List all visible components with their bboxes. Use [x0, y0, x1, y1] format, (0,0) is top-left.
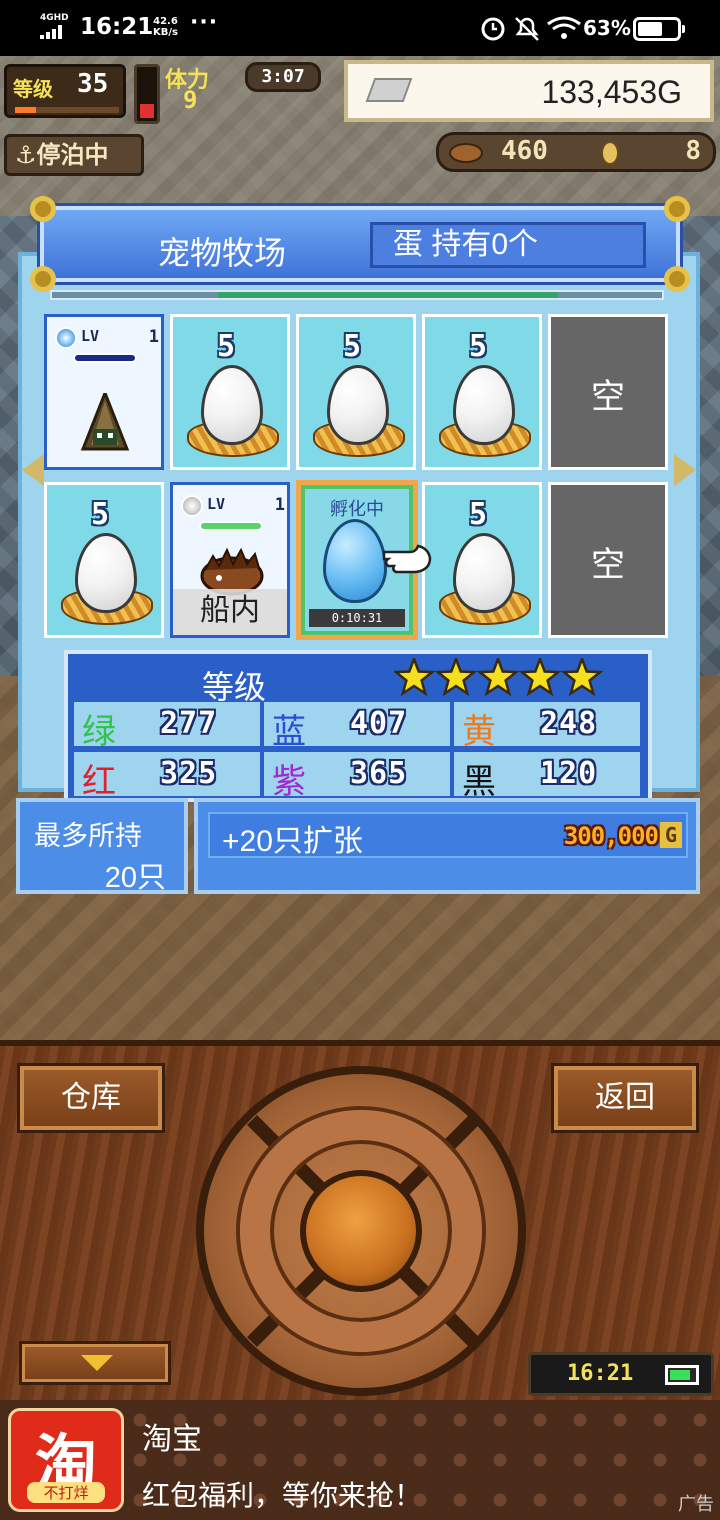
network-speed: 42.6 KB/s — [153, 16, 178, 38]
stamina-gauge — [134, 64, 160, 124]
stats-row: 绿 277 蓝 407 黄 248 — [74, 702, 644, 751]
corner-ornament-icon — [664, 266, 690, 292]
shell-pet-icon — [80, 393, 130, 451]
corner-ornament-icon — [30, 266, 56, 292]
silver-bar-icon — [365, 78, 413, 102]
dpad[interactable] — [196, 1066, 526, 1396]
egg-slot[interactable]: 5 — [44, 482, 164, 638]
chevron-down-icon — [81, 1355, 113, 1371]
egg-icon — [75, 533, 137, 613]
egg-slot[interactable]: 5 — [170, 314, 290, 470]
egg-slot[interactable]: 5 — [296, 314, 416, 470]
signal-icon — [40, 25, 62, 39]
pet-exp-bar — [73, 353, 137, 363]
empty-slot[interactable]: 空 — [548, 314, 668, 470]
mute-icon — [515, 17, 539, 41]
stat-purple: 紫 365 — [264, 752, 450, 801]
warehouse-button[interactable]: 仓库 — [20, 1066, 162, 1130]
star-icon — [434, 658, 478, 697]
pet-slot[interactable]: LV 1 — [44, 314, 164, 470]
status-icons — [481, 16, 581, 41]
stat-yellow: 黄 248 — [454, 702, 640, 751]
wifi-icon — [547, 16, 581, 39]
food-icon — [449, 143, 483, 163]
player-level: 等级 35 — [4, 64, 126, 118]
alarm-icon — [481, 17, 505, 41]
egg-icon — [201, 365, 263, 445]
more-dots-icon: ··· — [190, 10, 219, 35]
ranch-header: 宠物牧场 蛋 持有0个 — [30, 196, 690, 292]
rating-stars — [394, 658, 604, 697]
stat-green: 绿 277 — [74, 702, 260, 751]
game-clock: 16:21 — [528, 1352, 714, 1396]
medal-value: 8 — [685, 136, 701, 166]
corner-ornament-icon — [30, 196, 56, 222]
stamina-value: 9 — [183, 86, 198, 114]
ad-banner[interactable]: 淘 不打烊 淘宝 红包福利，等你来抢！ 广告 — [0, 1400, 720, 1520]
egg-slot[interactable]: 5 — [422, 314, 542, 470]
star-icon — [560, 658, 604, 697]
star-icon — [394, 658, 436, 697]
egg-count: 蛋 持有0个 — [370, 222, 646, 268]
stamina-timer: 3:07 — [245, 62, 321, 92]
stat-red: 红 325 — [74, 752, 260, 801]
stat-blue: 蓝 407 — [264, 702, 450, 751]
max-capacity: 最多所持 20只 — [16, 798, 188, 894]
status-time: 16:21 — [80, 14, 154, 40]
battery-icon — [665, 1365, 699, 1385]
hatching-label: 孵化中 — [330, 499, 384, 519]
egg-slot[interactable]: 5 — [422, 482, 542, 638]
pointer-hand-icon — [382, 544, 432, 574]
status-bar: 4GHD 16:21 42.6 KB/s ··· 63% — [0, 0, 720, 56]
ad-label: 广告 — [678, 1494, 714, 1514]
moored-status[interactable]: ⚓停泊中 — [4, 134, 144, 176]
empty-slot[interactable]: 空 — [548, 482, 668, 638]
egg-icon — [453, 533, 515, 613]
pet-slot[interactable]: LV 1 船内 — [170, 482, 290, 638]
level-progress-bar — [15, 107, 119, 113]
page-title: 宠物牧场 — [158, 235, 287, 271]
top-hud: 等级 35 体力 9 3:07 133,453G ⚓停泊中 460 8 — [0, 56, 720, 184]
back-button[interactable]: 返回 — [554, 1066, 696, 1130]
pet-level: LV 1 — [55, 327, 159, 351]
menu-toggle-button[interactable] — [22, 1344, 168, 1382]
normal-element-icon — [181, 495, 203, 517]
corner-ornament-icon — [664, 196, 690, 222]
pet-level: LV 1 — [181, 495, 285, 519]
medal-icon — [601, 141, 619, 165]
expand-panel: +20只扩张 300,000 G — [194, 798, 700, 894]
network-type: 4GHD — [40, 13, 69, 23]
taobao-logo: 淘 不打烊 — [8, 1408, 124, 1512]
ad-title: 淘宝 — [142, 1423, 202, 1456]
prev-page-arrow-icon[interactable] — [22, 454, 44, 486]
ad-description: 红包福利，等你来抢！ — [142, 1480, 423, 1511]
gold-value: 133,453G — [541, 74, 682, 110]
cargo-display: 460 8 — [436, 132, 716, 172]
star-icon — [518, 658, 562, 697]
controller-panel: 仓库 返回 16:21 — [0, 1040, 720, 1400]
battery-icon — [633, 17, 685, 41]
next-page-arrow-icon[interactable] — [674, 454, 696, 486]
stat-black: 黑 120 — [454, 752, 640, 801]
star-icon — [476, 658, 520, 697]
food-value: 460 — [501, 136, 548, 166]
stats-panel: 等级 绿 277 蓝 407 黄 248 红 325 紫 365 黑 120 — [64, 650, 652, 802]
expand-capacity-button[interactable]: +20只扩张 300,000 G — [208, 812, 688, 858]
stats-row: 红 325 紫 365 黑 120 — [74, 752, 644, 801]
battery-percent: 63% — [583, 16, 631, 40]
egg-icon — [453, 365, 515, 445]
water-element-icon — [55, 327, 77, 349]
dpad-center-button[interactable] — [300, 1170, 422, 1292]
in-ship-tag: 船内 — [173, 589, 287, 635]
gold-display: 133,453G — [344, 60, 714, 122]
pet-exp-bar — [199, 521, 263, 531]
page-scrollbar[interactable] — [50, 290, 664, 300]
expand-cost: 300,000 — [563, 822, 659, 850]
gold-coin-icon: G — [660, 822, 682, 848]
hatch-timer: 0:10:31 — [309, 609, 405, 627]
egg-icon — [327, 365, 389, 445]
